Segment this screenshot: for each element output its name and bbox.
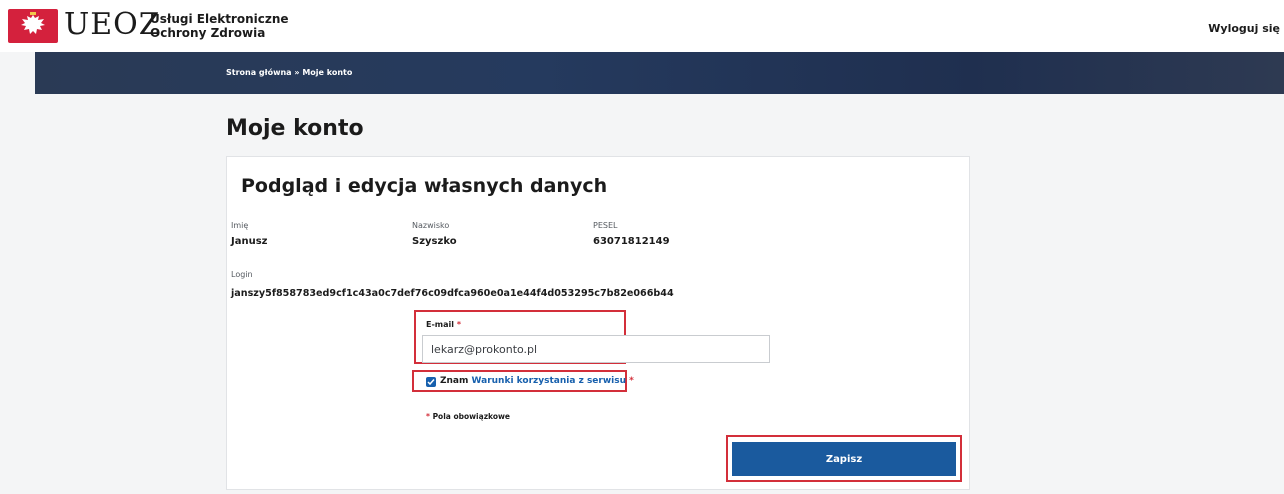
logo-subtitle-line2: Ochrony Zdrowia <box>150 26 266 40</box>
logout-link[interactable]: Wyloguj się <box>1208 22 1280 35</box>
email-label: E-mail * <box>426 320 461 329</box>
first-name-value: Janusz <box>231 236 268 247</box>
last-name-value: Szyszko <box>412 236 457 247</box>
breadcrumb[interactable]: Strona główna » Moje konto <box>226 68 352 77</box>
polish-eagle-emblem-icon <box>8 9 58 43</box>
logo-subtitle-line1: Usługi Elektroniczne <box>150 12 289 26</box>
save-button[interactable]: Zapisz <box>732 442 956 476</box>
first-name-label: Imię <box>231 221 249 230</box>
terms-checkbox[interactable] <box>426 377 436 387</box>
pesel-label: PESEL <box>593 221 618 230</box>
page-title: Moje konto <box>226 116 364 141</box>
required-fields-note: * Pola obowiązkowe <box>426 412 510 421</box>
terms-text: Znam Warunki korzystania z serwisu * <box>440 376 634 386</box>
required-note-mark: * <box>426 412 430 421</box>
login-label: Login <box>231 270 253 279</box>
email-label-text: E-mail <box>426 320 455 329</box>
account-card: Podgląd i edycja własnych danych Imię Ja… <box>226 156 970 490</box>
logo-text: UEOZ <box>64 7 161 42</box>
terms-link[interactable]: Warunki korzystania z serwisu <box>472 376 626 386</box>
login-value: janszy5f858783ed9cf1c43a0c7def76c09dfca9… <box>231 288 674 299</box>
card-title: Podgląd i edycja własnych danych <box>241 175 608 197</box>
email-input[interactable] <box>422 335 770 363</box>
email-required-mark: * <box>456 320 461 329</box>
pesel-value: 63071812149 <box>593 236 670 247</box>
top-header: UEOZ Usługi Elektroniczne Ochrony Zdrowi… <box>0 0 1284 52</box>
logo-subtitle: Usługi Elektroniczne Ochrony Zdrowia <box>150 12 289 40</box>
last-name-label: Nazwisko <box>412 221 450 230</box>
terms-required-mark: * <box>629 376 634 386</box>
terms-prefix: Znam <box>440 376 469 386</box>
required-note-text: Pola obowiązkowe <box>432 412 511 421</box>
breadcrumb-bar: Strona główna » Moje konto <box>35 52 1284 94</box>
checkmark-icon <box>427 379 435 386</box>
